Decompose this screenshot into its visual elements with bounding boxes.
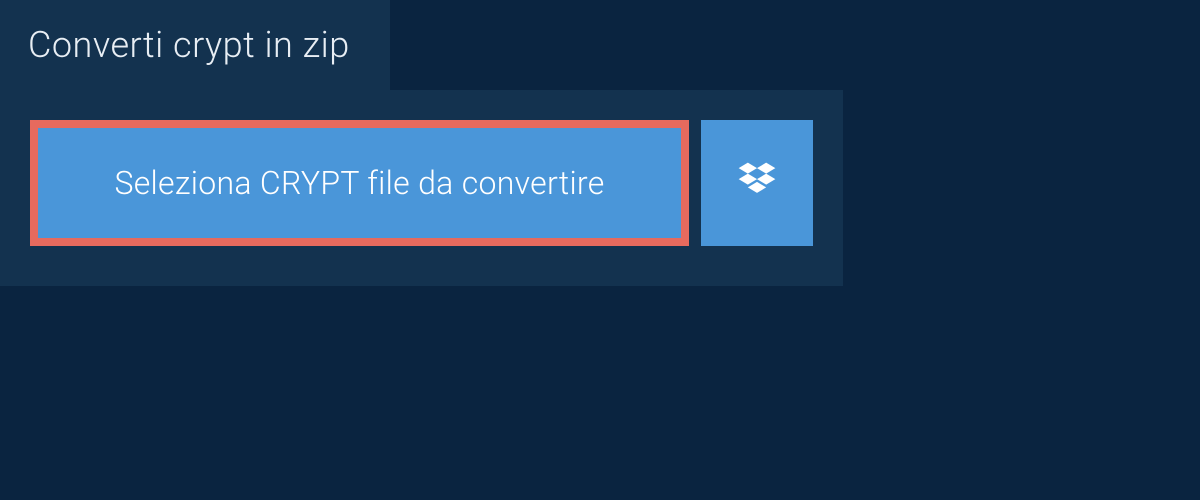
- select-file-button[interactable]: Seleziona CRYPT file da convertire: [30, 120, 689, 246]
- dropbox-icon: [735, 159, 779, 207]
- select-file-label: Seleziona CRYPT file da convertire: [114, 164, 604, 202]
- conversion-panel: Seleziona CRYPT file da convertire: [0, 90, 843, 286]
- page-title: Converti crypt in zip: [28, 24, 350, 66]
- page-title-tab: Converti crypt in zip: [0, 0, 390, 90]
- dropbox-button[interactable]: [701, 120, 813, 246]
